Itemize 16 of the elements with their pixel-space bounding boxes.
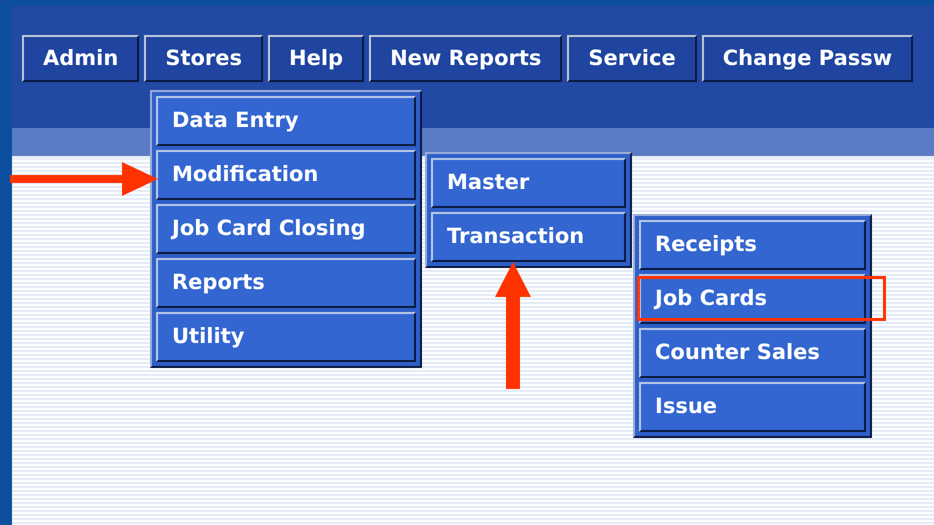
menu-item[interactable]: Modification: [156, 150, 416, 200]
menu-item[interactable]: Data Entry: [156, 96, 416, 146]
menu-bar-button[interactable]: Admin: [22, 35, 140, 82]
menu-item[interactable]: Master: [431, 158, 626, 208]
menu-item[interactable]: Reports: [156, 258, 416, 308]
menu-item[interactable]: Issue: [639, 382, 866, 432]
menu-item[interactable]: Receipts: [639, 220, 866, 270]
menu-bar-button[interactable]: Stores: [144, 35, 264, 82]
menu-bar-button[interactable]: New Reports: [369, 35, 562, 82]
menu-bar-button[interactable]: Help: [268, 35, 364, 82]
menu-item[interactable]: Transaction: [431, 212, 626, 262]
menu-bar-button[interactable]: Service: [567, 35, 697, 82]
menu-item[interactable]: Job Card Closing: [156, 204, 416, 254]
menu-item[interactable]: Counter Sales: [639, 328, 866, 378]
menu-bar-button[interactable]: Change Passw: [702, 35, 914, 82]
menu-item[interactable]: Utility: [156, 312, 416, 362]
